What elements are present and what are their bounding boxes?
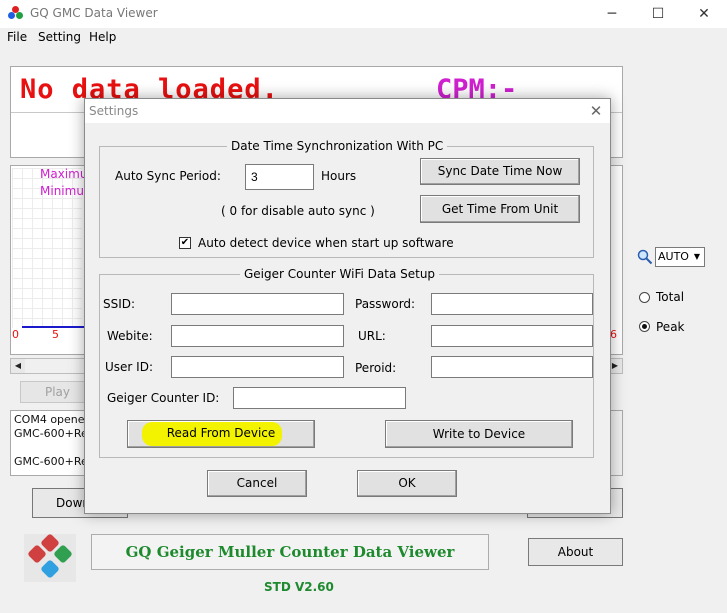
maximize-button[interactable]: ☐ <box>635 0 681 28</box>
wifi-group-title: Geiger Counter WiFi Data Setup <box>240 267 440 281</box>
password-label: Password: <box>355 297 416 311</box>
menu-help[interactable]: Help <box>89 30 116 44</box>
ok-button[interactable]: OK <box>357 470 457 497</box>
x-tick-5: 5 <box>52 328 59 341</box>
ssid-input[interactable] <box>171 293 344 315</box>
read-from-device-label: Read From Device <box>166 426 276 440</box>
counter-id-input[interactable] <box>233 387 406 409</box>
ssid-label: SSID: <box>103 297 136 311</box>
magnifier-icon <box>637 249 653 265</box>
x-tick-6: 6 <box>610 328 617 341</box>
sync-group-title: Date Time Synchronization With PC <box>227 139 448 153</box>
userid-input[interactable] <box>171 356 344 378</box>
menu-bar: File Setting Help <box>0 30 727 48</box>
radio-peak[interactable] <box>639 321 650 332</box>
minimize-button[interactable]: ─ <box>589 0 635 28</box>
menu-setting[interactable]: Setting <box>38 30 81 44</box>
auto-sync-hint: ( 0 for disable auto sync ) <box>221 204 375 218</box>
dialog-title-bar <box>85 99 610 123</box>
auto-detect-checkbox[interactable]: ✔ <box>179 237 191 249</box>
auto-detect-label: Auto detect device when start up softwar… <box>198 236 454 250</box>
legend-minimum: Minimu <box>40 184 84 198</box>
about-button[interactable]: About <box>528 538 623 566</box>
radio-total-label: Total <box>656 290 685 304</box>
legend-maximum: Maximu <box>40 167 88 181</box>
auto-sync-input[interactable] <box>245 164 314 190</box>
hours-label: Hours <box>321 169 357 183</box>
version-label: STD V2.60 <box>264 580 334 594</box>
counter-id-label: Geiger Counter ID: <box>107 391 220 405</box>
app-logo-icon <box>8 6 24 20</box>
gq-logo <box>24 533 76 582</box>
radio-peak-label: Peak <box>656 320 685 334</box>
scroll-left-icon[interactable]: ◀ <box>11 359 25 373</box>
dialog-close-icon[interactable]: ✕ <box>585 101 607 121</box>
period-label: Peroid: <box>355 361 397 375</box>
period-input[interactable] <box>431 356 593 378</box>
app-banner: GQ Geiger Muller Counter Data Viewer <box>91 534 489 570</box>
cancel-button[interactable]: Cancel <box>207 470 307 497</box>
url-label: URL: <box>358 329 386 343</box>
read-from-device-button[interactable]: Read From Device <box>127 420 315 448</box>
password-input[interactable] <box>431 293 593 315</box>
chevron-down-icon[interactable]: ▼ <box>690 248 704 266</box>
userid-label: User ID: <box>105 360 153 374</box>
write-to-device-button[interactable]: Write to Device <box>385 420 573 448</box>
url-input[interactable] <box>431 325 593 347</box>
website-label: Webite: <box>107 329 153 343</box>
close-button[interactable]: ✕ <box>681 0 727 28</box>
website-input[interactable] <box>171 325 344 347</box>
get-time-button[interactable]: Get Time From Unit <box>420 195 580 223</box>
auto-sync-label: Auto Sync Period: <box>115 169 221 183</box>
sync-now-button[interactable]: Sync Date Time Now <box>420 158 580 185</box>
window-title: GQ GMC Data Viewer <box>30 6 158 20</box>
radio-total[interactable] <box>639 292 650 303</box>
x-tick-0: 0 <box>12 328 19 341</box>
menu-file[interactable]: File <box>7 30 27 44</box>
dialog-title: Settings <box>89 104 139 118</box>
